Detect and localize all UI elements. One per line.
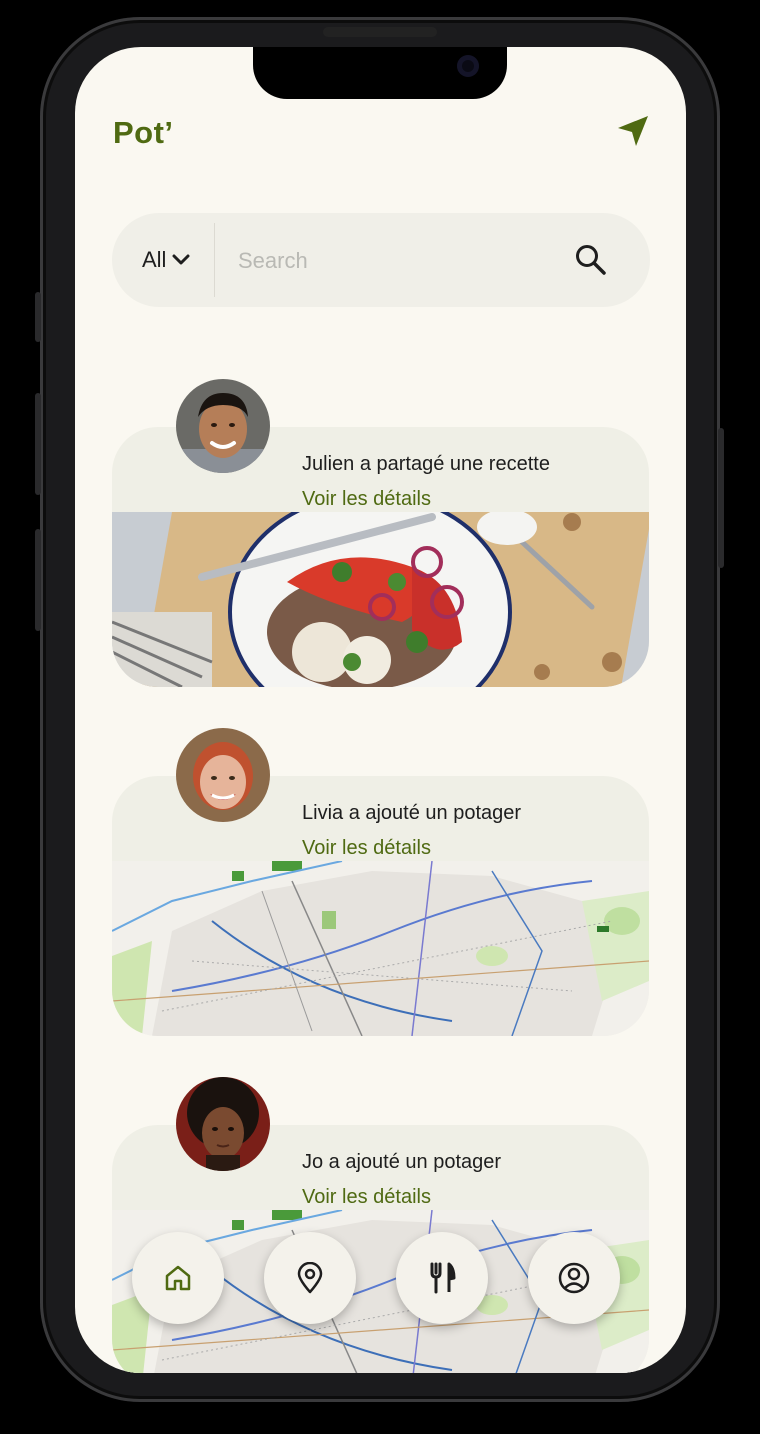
fork-knife-icon [430,1262,456,1294]
app-screen: Pot’ All Julien a [75,47,686,1373]
mute-switch [35,292,41,342]
profile-icon [558,1262,590,1294]
details-link[interactable]: Voir les détails [302,488,431,511]
divider [214,223,215,297]
navigation-arrow-icon[interactable] [615,113,651,149]
map [112,861,649,1036]
details-link[interactable]: Voir les détails [302,1186,431,1209]
volume-up-button [35,393,41,495]
search-icon[interactable] [574,243,608,277]
card-text: Livia a ajouté un potager Voir les détai… [302,788,521,860]
salad-photo [112,512,649,687]
card-text: Julien a partagé une recette Voir les dé… [302,439,550,511]
feed-card[interactable]: Livia a ajouté un potager Voir les détai… [112,776,649,1036]
power-button [718,428,724,568]
avatar-jo[interactable] [176,1077,270,1171]
camera-icon [457,55,479,77]
chevron-down-icon [172,254,190,265]
search-input[interactable] [236,243,540,279]
filter-dropdown[interactable]: All [142,247,190,273]
nav-map-button[interactable] [264,1232,356,1324]
filter-label: All [142,247,167,272]
feed-card[interactable]: Julien a partagé une recette Voir les dé… [112,427,649,687]
volume-down-button [35,529,41,631]
app-title: Pot’ [113,115,174,150]
avatar-julien[interactable] [176,379,270,473]
card-title: Jo a ajouté un potager [302,1151,502,1173]
avatar-livia[interactable] [176,728,270,822]
notch [253,47,507,99]
location-pin-icon [297,1262,323,1294]
bottom-nav [75,1232,686,1332]
nav-home-button[interactable] [132,1232,224,1324]
nav-profile-button[interactable] [528,1232,620,1324]
card-title: Julien a partagé une recette [302,453,550,475]
card-title: Livia a ajouté un potager [302,802,522,824]
card-text: Jo a ajouté un potager Voir les détails [302,1137,501,1209]
home-icon [165,1265,191,1291]
nav-recipes-button[interactable] [396,1232,488,1324]
speaker-grille [323,27,437,37]
search-bar: All [112,213,650,307]
details-link[interactable]: Voir les détails [302,837,431,860]
